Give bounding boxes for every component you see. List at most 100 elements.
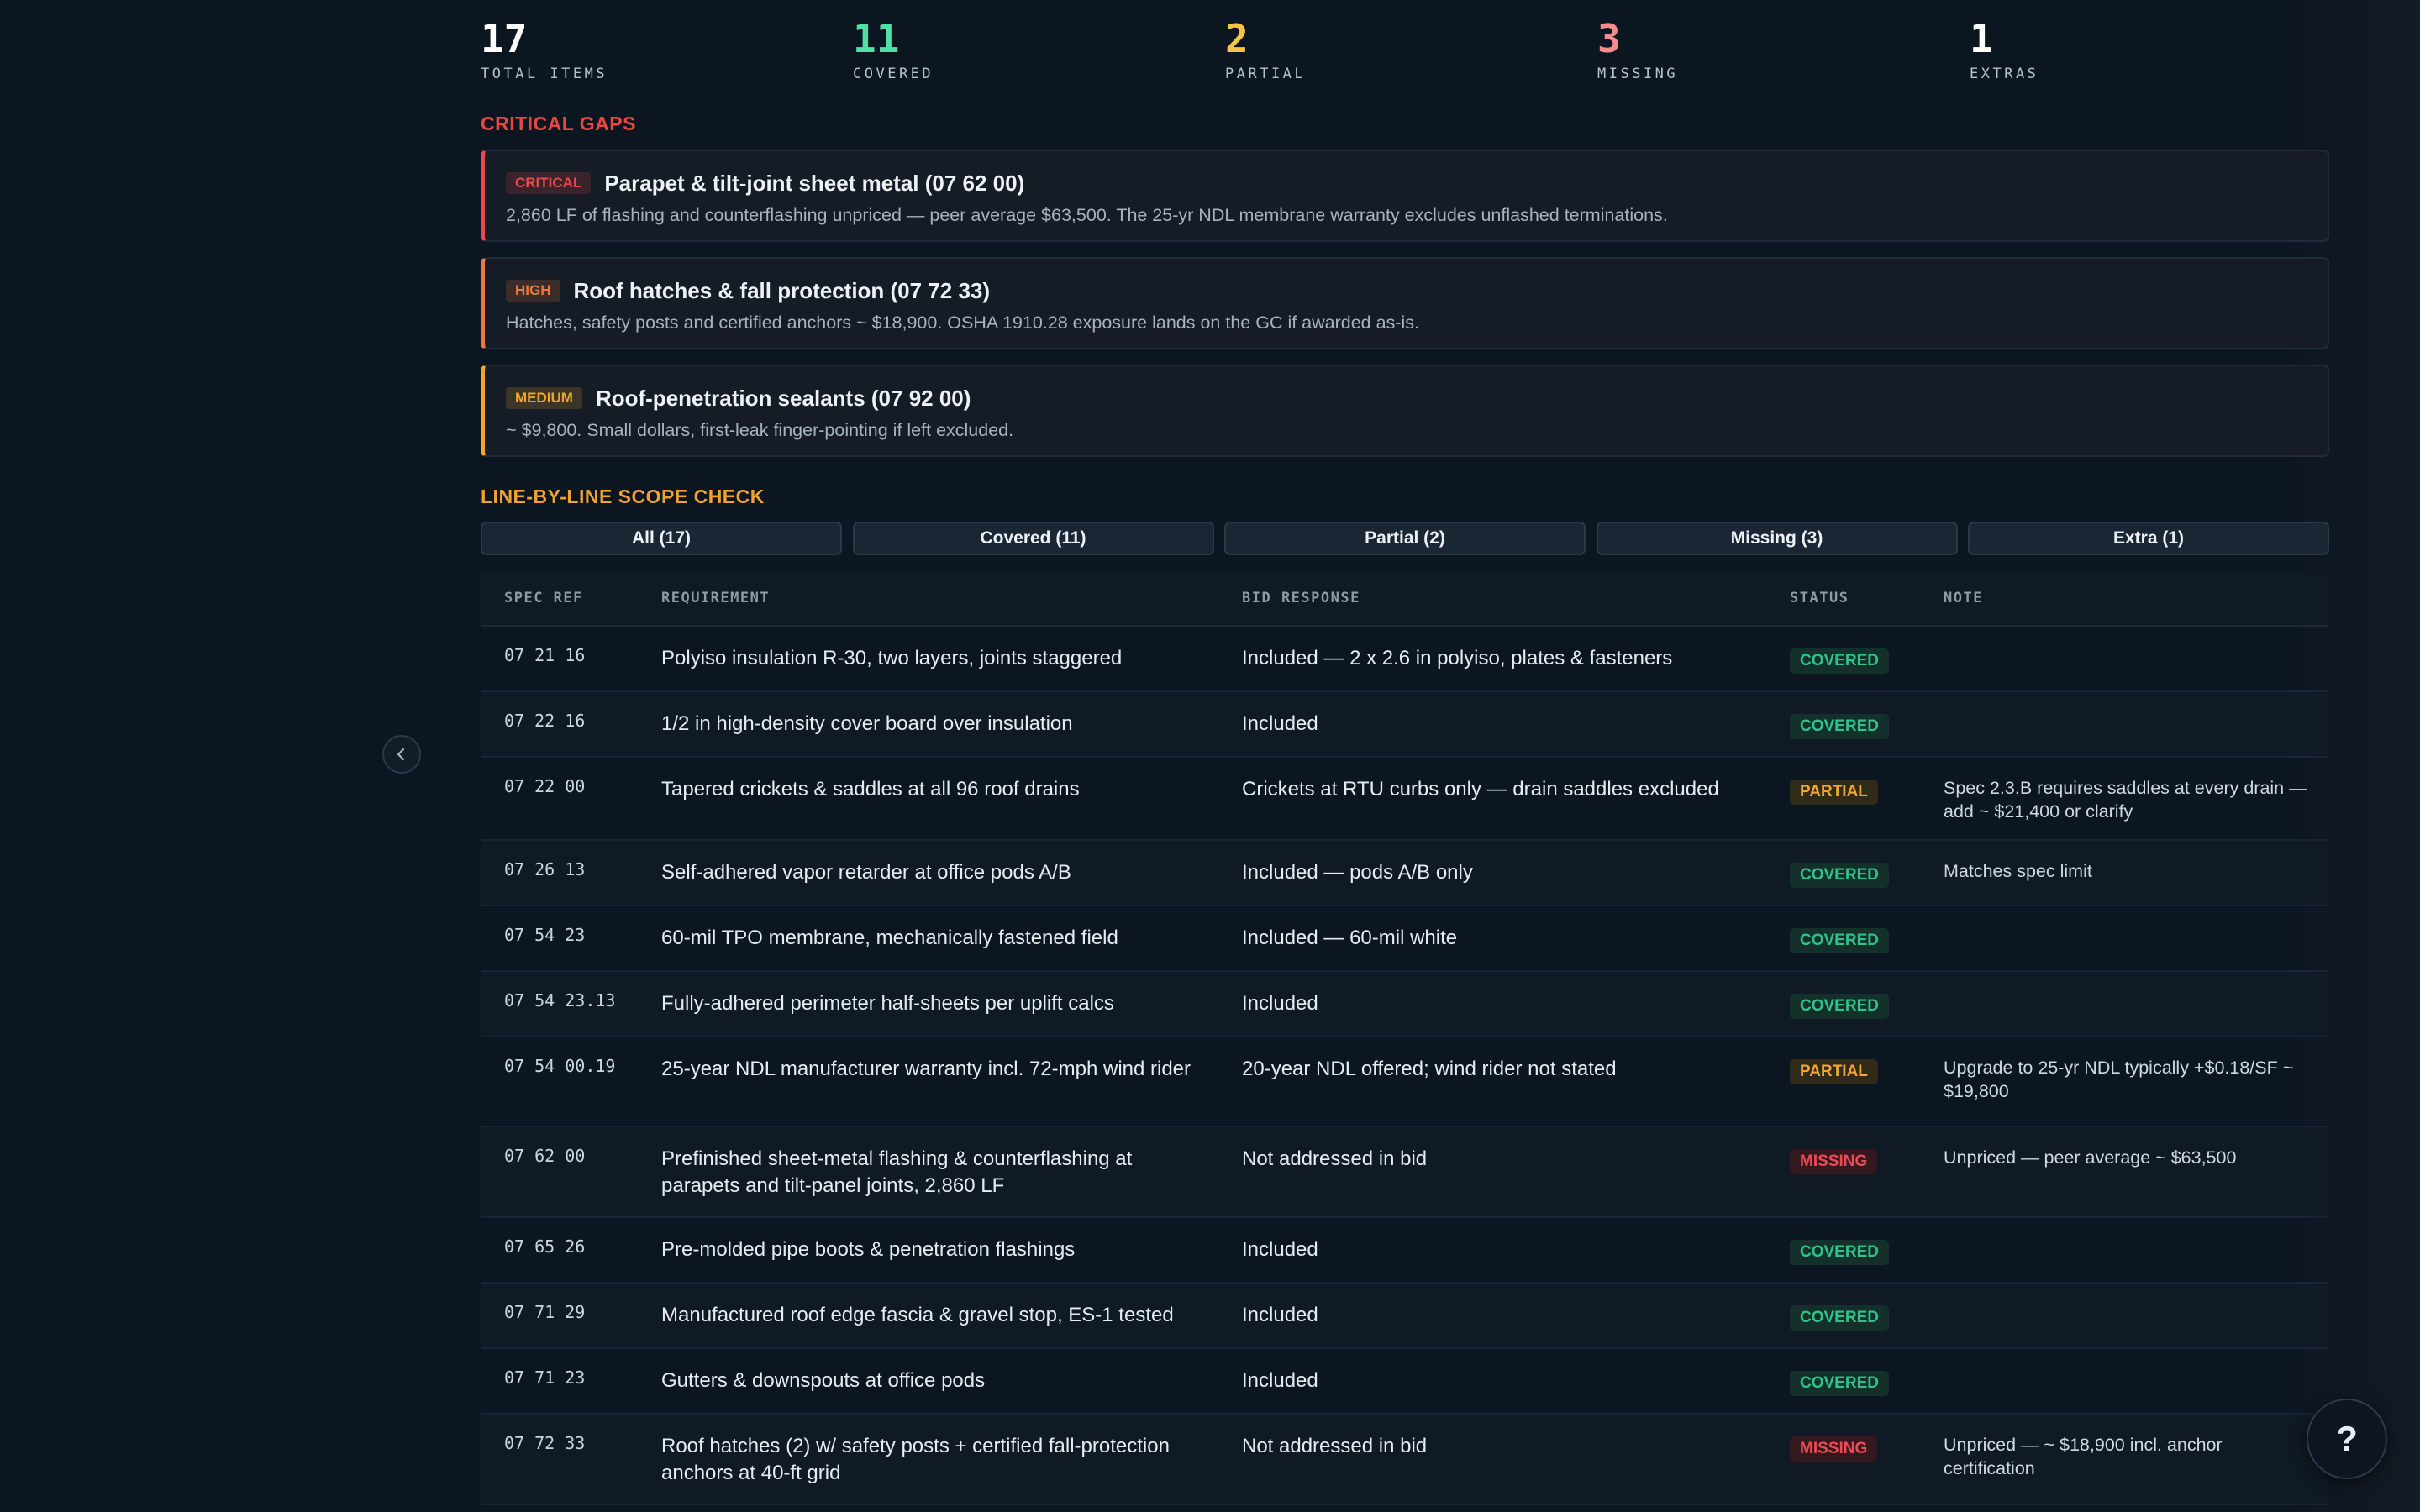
severity-tag: MEDIUM xyxy=(506,387,582,409)
requirement-cell: Manufactured roof edge fascia & gravel s… xyxy=(661,1304,1174,1326)
requirement-cell: Prefinished sheet-metal flashing & count… xyxy=(661,1147,1133,1197)
requirement-cell: 60-mil TPO membrane, mechanically fasten… xyxy=(661,927,1118,949)
filter-missing-button[interactable]: Missing (3) xyxy=(1596,522,1958,555)
table-row[interactable]: 07 54 23 60-mil TPO membrane, mechanical… xyxy=(481,906,2329,972)
spec-ref-cell: 07 72 33 xyxy=(504,1433,586,1453)
note-cell: Matches spec limit xyxy=(1944,861,2092,881)
table-row[interactable]: 07 26 13 Self-adhered vapor retarder at … xyxy=(481,841,2329,906)
table-row[interactable]: 07 21 16 Polyiso insulation R-30, two la… xyxy=(481,627,2329,692)
main-content: 17 TOTAL ITEMS 11 COVERED 2 PARTIAL 3 MI… xyxy=(481,0,2329,1505)
summary-stats: 17 TOTAL ITEMS 11 COVERED 2 PARTIAL 3 MI… xyxy=(481,0,2329,101)
note-cell: Unpriced — peer average ~ $63,500 xyxy=(1944,1147,2237,1168)
status-badge: COVERED xyxy=(1790,714,1889,739)
bid-response-cell: Crickets at RTU curbs only — drain saddl… xyxy=(1242,778,1719,801)
status-badge: COVERED xyxy=(1790,648,1889,674)
status-badge: COVERED xyxy=(1790,1240,1889,1265)
bid-response-cell: Included — 60-mil white xyxy=(1242,927,1458,949)
gap-card-high: HIGH Roof hatches & fall protection (07 … xyxy=(481,257,2329,349)
status-badge: MISSING xyxy=(1790,1149,1878,1174)
critical-gaps-heading: CRITICAL GAPS xyxy=(481,113,636,134)
spec-ref-cell: 07 62 00 xyxy=(504,1146,586,1166)
stat-missing: 3 MISSING xyxy=(1597,15,1678,82)
filter-bar: All (17) Covered (11) Partial (2) Missin… xyxy=(481,522,2329,555)
note-cell: Unpriced — ~ $18,900 incl. anchor certif… xyxy=(1944,1435,2223,1478)
filter-all-button[interactable]: All (17) xyxy=(481,522,842,555)
spec-ref-cell: 07 54 23 xyxy=(504,925,586,945)
spec-ref-cell: 07 22 16 xyxy=(504,711,586,731)
stat-label: TOTAL ITEMS xyxy=(481,66,608,82)
bid-response-cell: Not addressed in bid xyxy=(1242,1435,1428,1457)
status-badge: COVERED xyxy=(1790,863,1889,888)
stat-value: 1 xyxy=(1970,16,1993,61)
table-row[interactable]: 07 22 16 1/2 in high-density cover board… xyxy=(481,692,2329,758)
table-row[interactable]: 07 72 33 Roof hatches (2) w/ safety post… xyxy=(481,1415,2329,1505)
bid-response-cell: Included — 2 x 2.6 in polyiso, plates & … xyxy=(1242,647,1673,669)
spec-ref-cell: 07 71 23 xyxy=(504,1368,586,1388)
gap-card-critical: CRITICAL Parapet & tilt-joint sheet meta… xyxy=(481,150,2329,242)
table-row[interactable]: 07 54 00.19 25-year NDL manufacturer war… xyxy=(481,1037,2329,1127)
spec-ref-cell: 07 71 29 xyxy=(504,1302,586,1322)
requirement-cell: Fully-adhered perimeter half-sheets per … xyxy=(661,992,1114,1015)
spec-ref-cell: 07 65 26 xyxy=(504,1236,586,1257)
gap-title: Parapet & tilt-joint sheet metal (07 62 … xyxy=(604,170,1025,196)
requirement-cell: 25-year NDL manufacturer warranty incl. … xyxy=(661,1058,1192,1080)
filter-extra-button[interactable]: Extra (1) xyxy=(1968,522,2329,555)
stat-label: EXTRAS xyxy=(1970,66,2039,82)
question-mark-icon: ? xyxy=(2336,1419,2358,1458)
status-badge: COVERED xyxy=(1790,928,1889,953)
table-row[interactable]: 07 65 26 Pre-molded pipe boots & penetra… xyxy=(481,1218,2329,1284)
severity-tag: HIGH xyxy=(506,280,560,302)
status-badge: PARTIAL xyxy=(1790,780,1878,805)
stat-partial: 2 PARTIAL xyxy=(1225,15,1306,82)
note-cell: Spec 2.3.B requires saddles at every dra… xyxy=(1944,778,2307,822)
table-header: SPEC REF REQUIREMENT BID RESPONSE STATUS… xyxy=(481,571,2329,627)
table-row[interactable]: 07 71 23 Gutters & downspouts at office … xyxy=(481,1349,2329,1415)
column-header-requirement: REQUIREMENT xyxy=(661,590,771,606)
stat-value: 17 xyxy=(481,16,528,61)
bid-response-cell: Included xyxy=(1242,712,1318,735)
bid-response-cell: Included xyxy=(1242,992,1318,1015)
note-cell: Upgrade to 25-yr NDL typically +$0.18/SF… xyxy=(1944,1058,2294,1101)
requirement-cell: 1/2 in high-density cover board over ins… xyxy=(661,712,1073,735)
bid-response-cell: Included xyxy=(1242,1369,1318,1392)
requirement-cell: Gutters & downspouts at office pods xyxy=(661,1369,986,1392)
bid-response-cell: Included xyxy=(1242,1304,1318,1326)
filter-partial-button[interactable]: Partial (2) xyxy=(1224,522,1586,555)
column-header-note: NOTE xyxy=(1944,590,1983,606)
status-badge: PARTIAL xyxy=(1790,1059,1878,1084)
filter-covered-button[interactable]: Covered (11) xyxy=(852,522,1214,555)
stat-value: 2 xyxy=(1225,16,1249,61)
status-badge: COVERED xyxy=(1790,1371,1889,1396)
collapse-sidebar-button[interactable] xyxy=(382,735,421,774)
bid-response-cell: Included xyxy=(1242,1238,1318,1261)
requirement-cell: Pre-molded pipe boots & penetration flas… xyxy=(661,1238,1076,1261)
stat-covered: 11 COVERED xyxy=(853,15,934,82)
table-row[interactable]: 07 54 23.13 Fully-adhered perimeter half… xyxy=(481,972,2329,1037)
table-row[interactable]: 07 22 00 Tapered crickets & saddles at a… xyxy=(481,758,2329,841)
table-row[interactable]: 07 62 00 Prefinished sheet-metal flashin… xyxy=(481,1127,2329,1218)
status-badge: COVERED xyxy=(1790,994,1889,1019)
gap-card-medium: MEDIUM Roof-penetration sealants (07 92 … xyxy=(481,365,2329,457)
gap-description: Hatches, safety posts and certified anch… xyxy=(506,312,1419,333)
bid-response-cell: 20-year NDL offered; wind rider not stat… xyxy=(1242,1058,1617,1080)
column-header-spec-ref: SPEC REF xyxy=(504,590,583,606)
gap-title: Roof-penetration sealants (07 92 00) xyxy=(595,385,971,411)
gap-description: 2,860 LF of flashing and counterflashing… xyxy=(506,205,1668,225)
table-row[interactable]: 07 71 29 Manufactured roof edge fascia &… xyxy=(481,1284,2329,1349)
scope-table: SPEC REF REQUIREMENT BID RESPONSE STATUS… xyxy=(481,571,2329,1505)
gap-description: ~ $9,800. Small dollars, first-leak fing… xyxy=(506,420,1014,440)
spec-ref-cell: 07 22 00 xyxy=(504,776,586,796)
requirement-cell: Polyiso insulation R-30, two layers, joi… xyxy=(661,647,1123,669)
gap-title: Roof hatches & fall protection (07 72 33… xyxy=(573,277,991,303)
severity-tag: CRITICAL xyxy=(506,172,592,194)
help-button[interactable]: ? xyxy=(2307,1399,2387,1479)
requirement-cell: Roof hatches (2) w/ safety posts + certi… xyxy=(661,1435,1170,1484)
status-badge: COVERED xyxy=(1790,1305,1889,1331)
bid-response-cell: Included — pods A/B only xyxy=(1242,861,1473,884)
requirement-cell: Self-adhered vapor retarder at office po… xyxy=(661,861,1071,884)
spec-ref-cell: 07 21 16 xyxy=(504,645,586,665)
stat-label: PARTIAL xyxy=(1225,66,1307,82)
stat-value: 3 xyxy=(1597,16,1621,61)
status-badge: MISSING xyxy=(1790,1436,1878,1462)
spec-ref-cell: 07 54 00.19 xyxy=(504,1056,616,1076)
